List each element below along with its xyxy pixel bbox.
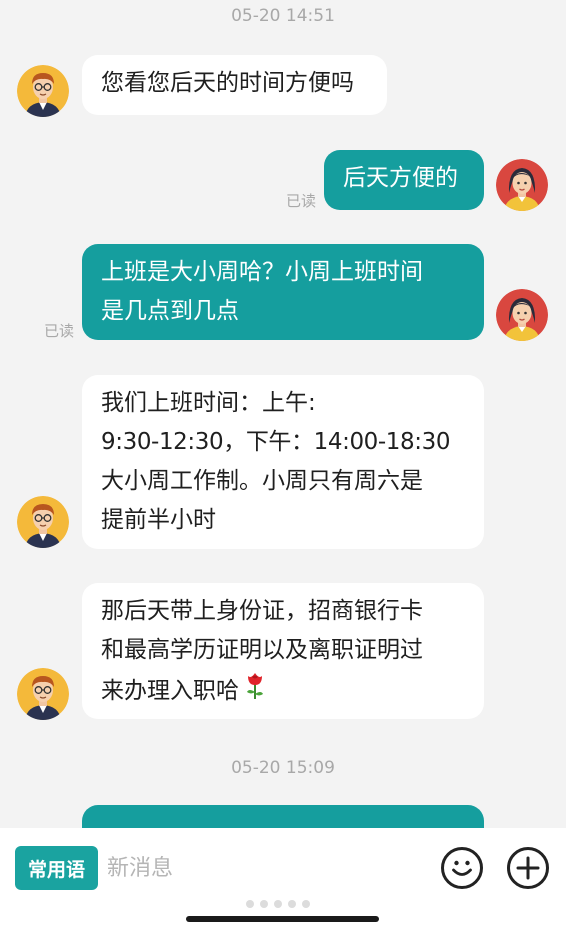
recruiter-avatar[interactable] bbox=[17, 668, 69, 720]
quick-phrases-button[interactable]: 常用语 bbox=[15, 846, 98, 890]
message-line: 来办理入职哈 bbox=[101, 678, 239, 704]
rose-emoji bbox=[243, 670, 267, 713]
read-status: 已读 bbox=[44, 322, 75, 340]
message-line: 上班是大小周哈？小周上班时间 bbox=[101, 259, 423, 285]
message-input[interactable] bbox=[107, 850, 427, 886]
message-line: 我们上班时间：上午: bbox=[101, 390, 316, 416]
message-text: 您看您后天的时间方便吗 bbox=[101, 70, 354, 96]
recruiter-avatar[interactable] bbox=[17, 496, 69, 548]
user-avatar[interactable] bbox=[496, 159, 548, 211]
plus-button[interactable] bbox=[507, 847, 549, 889]
message-line: 是几点到几点 bbox=[101, 298, 239, 324]
plus-icon bbox=[516, 856, 540, 880]
message-text: 后天方便的 bbox=[343, 165, 458, 191]
emoji-icon bbox=[452, 860, 472, 876]
message-line: 提前半小时 bbox=[101, 507, 216, 533]
message-bubble-incoming[interactable]: 那后天带上身份证，招商银行卡 和最高学历证明以及离职证明过 来办理入职哈 bbox=[82, 583, 484, 719]
user-avatar[interactable] bbox=[496, 289, 548, 341]
page-indicator-dots bbox=[246, 900, 310, 908]
message-bubble-incoming[interactable]: 我们上班时间：上午: 9:30-12:30，下午：14:00-18:30 大小周… bbox=[82, 375, 484, 549]
recruiter-avatar[interactable] bbox=[17, 65, 69, 117]
message-bubble-outgoing[interactable]: 上班是大小周哈？小周上班时间 是几点到几点 bbox=[82, 244, 484, 340]
message-bubble-outgoing[interactable]: 后天方便的 bbox=[324, 150, 484, 210]
message-line: 那后天带上身份证，招商银行卡 bbox=[101, 598, 423, 624]
message-bubble-incoming[interactable]: 您看您后天的时间方便吗 bbox=[82, 55, 387, 115]
read-status: 已读 bbox=[286, 192, 317, 210]
message-line: 9:30-12:30，下午：14:00-18:30 bbox=[101, 429, 451, 455]
timestamp: 05-20 15:09 bbox=[231, 758, 335, 778]
message-line-with-emoji: 来办理入职哈 bbox=[101, 670, 465, 713]
input-bar: 常用语 bbox=[0, 828, 566, 934]
home-indicator[interactable] bbox=[186, 916, 379, 922]
emoji-button[interactable] bbox=[441, 847, 483, 889]
message-line: 和最高学历证明以及离职证明过 bbox=[101, 637, 423, 663]
message-line: 大小周工作制。小周只有周六是 bbox=[101, 468, 423, 494]
timestamp: 05-20 14:51 bbox=[231, 6, 335, 26]
